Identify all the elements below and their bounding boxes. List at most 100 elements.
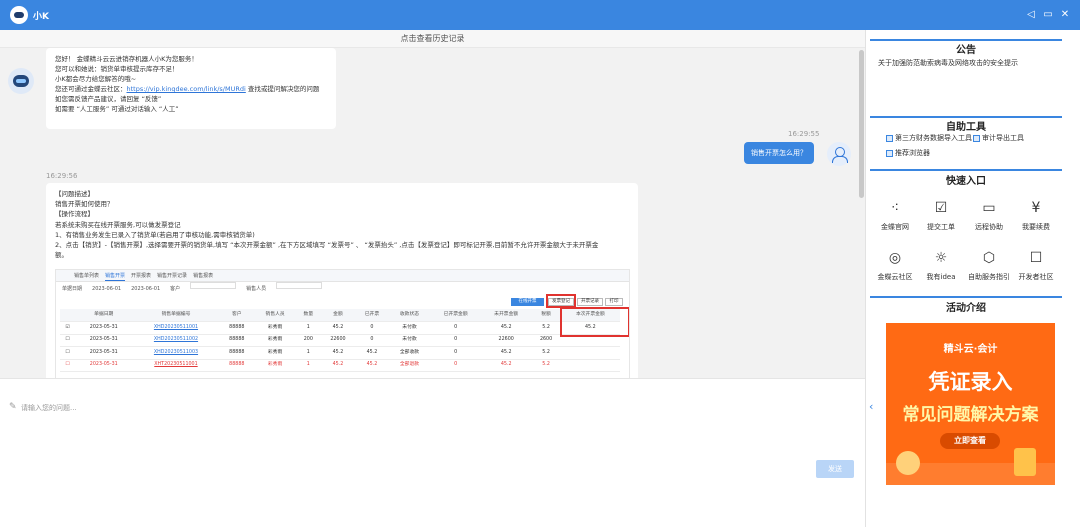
shot-column-header: 收款状态 [388,309,431,322]
banner-subtitle: 常见问题解决方案 [902,405,1039,425]
shot-tab: 开票报表 [131,273,152,279]
dots-icon: ⁖ [890,200,900,216]
shot-table-cell: 2023-05-31 [74,346,133,360]
shot-column-header: 单据日期 [74,309,133,322]
quick-item-official-site[interactable]: ⁖ 金蝶官网 [872,200,918,232]
shot-column-header: 销售人员 [254,309,297,322]
message-input[interactable]: 请输入您的问题... [21,403,77,413]
shot-print-button: 打印 [605,298,623,306]
shot-column-header: 已开票金额 [430,309,481,322]
shot-tab: 销售单列表 [74,273,100,279]
tool-icon [886,134,893,142]
banner-view-button[interactable]: 立即查看 [940,433,1000,449]
quick-item-guide[interactable]: ⬡ 自助服务指引 [966,250,1012,282]
shot-table-cell: 5.2 [531,321,561,335]
shot-table-cell: 0 [430,359,481,372]
shot-table-cell [560,346,620,360]
shot-table-cell: 22600 [320,334,356,347]
shot-table-cell: 45.2 [480,346,532,360]
shot-table-cell: XHD20230511003 [132,346,220,360]
title-bar: 小K ◁ ▭ ✕ [0,0,1080,30]
shot-table-cell: 2600 [531,334,561,347]
highlight-register-box [546,294,576,308]
shot-table-cell: XHT20230511001 [132,359,220,372]
shot-table-cell: 2023-05-31 [74,321,133,335]
bot-message-time: 16:29:56 [46,172,78,180]
shot-table-cell: 45.2 [480,359,532,372]
quick-item-developer[interactable]: ☐ 开发者社区 [1013,250,1059,282]
shot-table-row: ☐ 2023-05-31 XHD20230511003 88888 彩秀雨 1 45.2 45… [60,346,620,360]
shot-table-cell: 0 [355,321,389,335]
shot-column-header [60,309,75,322]
lightbulb-icon: ☼ [934,250,948,266]
shot-tab: 销售报表 [193,273,214,279]
answer-screenshot[interactable]: 销售单列表 销售开票 开票报表 销售开票记录 销售报表 单据日期 2023-06… [55,269,630,378]
shot-column-header: 销售单据编号 [132,309,220,322]
shot-table-cell: 1 [296,346,321,360]
notice-text[interactable]: 关于加强防范勒索病毒及网络攻击的安全提示 [878,58,1018,68]
activity-banner[interactable]: 精斗云·会计 凭证录入 常见问题解决方案 立即查看 [886,323,1055,485]
quick-item-remote[interactable]: ▭ 远程协助 [966,200,1012,232]
shot-column-header: 税额 [531,309,561,322]
shot-table-cell: XHD20230511001 [132,321,220,335]
shot-table-cell: 2023-05-31 [74,334,133,347]
shot-table-cell: 45.2 [320,321,356,335]
quick-item-idea[interactable]: ☼ 我有idea [918,250,964,282]
bot-answer-bubble: 【问题描述】 销售开票如何使用？ 【操作流程】 若系统未购买在线开票服务,可以做… [46,183,638,378]
pencil-icon: ✎ [9,402,17,412]
shot-column-header: 未开票金额 [480,309,532,322]
minimize-icon[interactable]: ▭ [1043,9,1053,20]
send-button[interactable]: 发送 [816,460,854,478]
shot-export-button: 开票记录 [577,298,603,306]
volume-icon[interactable]: ◁ [1026,9,1036,20]
shot-online-button: 在线开票 [511,298,544,306]
community-link[interactable]: https://vip.kingdee.com/link/s/MURdi [127,85,246,93]
chat-scrollbar[interactable] [859,50,864,198]
shot-table-cell: 88888 [219,359,255,372]
highlight-amount-box [560,307,629,337]
quick-item-renew[interactable]: ¥ 我要续费 [1013,200,1059,232]
shot-table-cell: 1 [296,321,321,335]
shot-table-cell: 0 [430,321,481,335]
shot-table: 单据日期 销售单据编号 客户 销售人员 数量 金额 已开票 收款状态 已开票金额 未开票金额 税额本… [60,309,620,372]
shot-table-cell: 88888 [219,321,255,335]
activity-title: 活动介绍 [946,303,986,314]
planet-icon: ◎ [888,250,902,266]
shot-table-cell: 45.2 [355,346,389,360]
shot-table-cell: 45.2 [355,359,389,372]
chat-area: 您好！ 金蝶精斗云云进销存机器人小K为您服务！ 您可以和她说：销货单审核提示库存… [0,48,865,378]
shot-table-row: ☑ 2023-05-31 XHD20230511001 88888 彩秀雨 1 45.2 0 未… [60,321,620,335]
history-link[interactable]: 点击查看历史记录 [0,30,865,48]
tool-item[interactable]: 推荐浏览器 [886,148,930,158]
close-icon[interactable]: ✕ [1060,9,1070,20]
input-area: ✎ 请输入您的问题... 发送 [0,378,865,527]
quick-item-ticket[interactable]: ☑ 提交工单 [918,200,964,232]
shot-table-cell: 45.2 [320,346,356,360]
notice-title: 公告 [956,45,976,56]
shot-table-cell: 88888 [219,334,255,347]
shot-column-header: 客户 [219,309,255,322]
user-message-bubble: 销售开票怎么用？ [744,142,814,164]
yuan-icon: ¥ [1031,200,1041,216]
shot-table-cell: 88888 [219,346,255,360]
collapse-panel-icon[interactable]: ‹ [869,400,873,413]
checklist-icon: ☐ [1029,250,1043,266]
shot-table-cell: XHD20230511002 [132,334,220,347]
shot-tab-active: 销售开票 [105,270,126,281]
monitor-icon: ▭ [982,200,996,216]
quick-item-community[interactable]: ◎ 金蝶云社区 [872,250,918,282]
banner-brand: 精斗云·会计 [943,344,998,355]
shot-table-cell: 22600 [480,334,532,347]
shot-table-cell: 1 [296,359,321,372]
clipboard-check-icon: ☑ [934,200,948,216]
tool-item[interactable]: 第三方财务数据导入工具 [886,133,972,143]
shot-table-cell [560,359,620,372]
tool-item[interactable]: 审计导出工具 [973,133,1024,143]
shot-table-cell: 彩秀雨 [254,359,297,372]
bot-logo-icon [10,6,28,24]
shot-table-row: ☐ 2023-05-31 XHD20230511002 88888 彩秀雨 200 2260… [60,334,620,347]
tool-icon [886,149,893,157]
shot-table-cell: 彩秀雨 [254,334,297,347]
shot-column-header: 数量 [296,309,321,322]
quick-title: 快速入口 [946,176,986,187]
